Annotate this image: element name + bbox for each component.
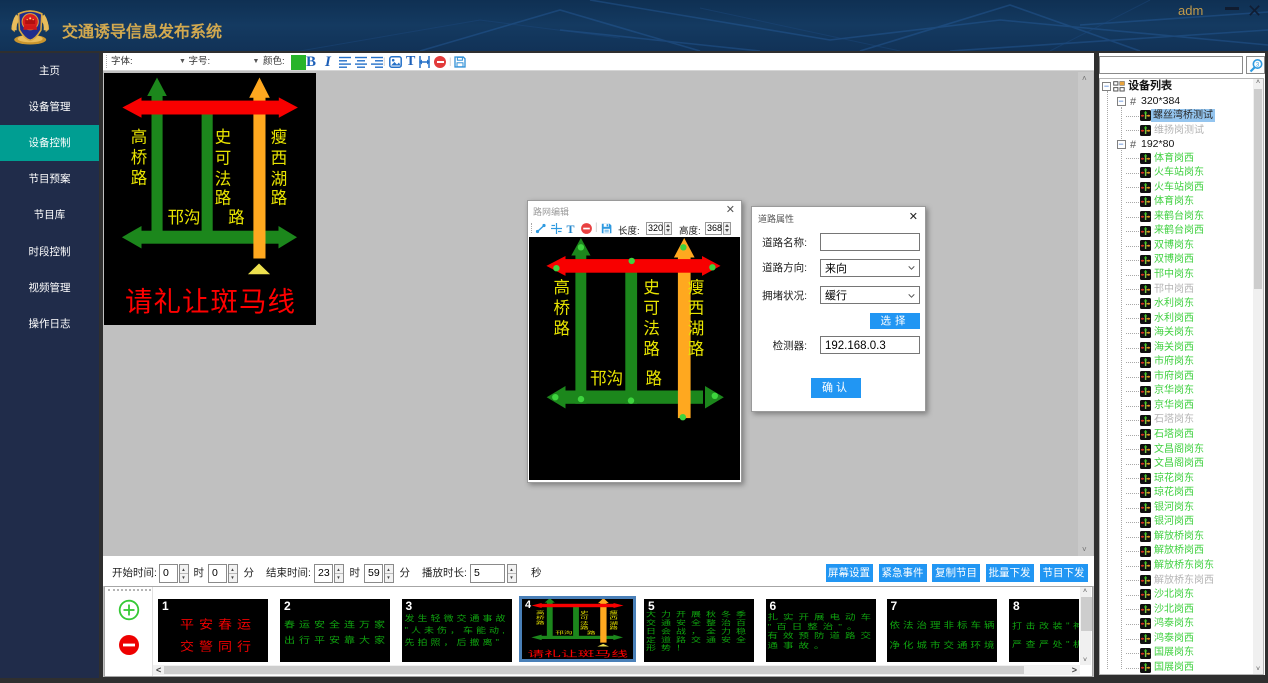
svg-text:西: 西 — [609, 615, 618, 620]
svg-text:路: 路 — [131, 169, 148, 188]
svg-text:法: 法 — [215, 169, 232, 188]
svg-text:路: 路 — [609, 624, 618, 629]
svg-text:史: 史 — [580, 609, 589, 614]
svg-text:法: 法 — [643, 319, 660, 338]
svg-text:湖: 湖 — [271, 169, 288, 188]
svg-text:邗沟: 邗沟 — [168, 208, 201, 227]
svg-text:史: 史 — [643, 278, 660, 297]
svg-text:高: 高 — [554, 278, 571, 297]
svg-text:西: 西 — [688, 300, 705, 318]
svg-text:史: 史 — [215, 128, 232, 147]
svg-text:瘦: 瘦 — [609, 609, 618, 614]
svg-text:路: 路 — [554, 319, 571, 338]
svg-text:邗沟: 邗沟 — [555, 629, 573, 634]
svg-text:高: 高 — [131, 128, 148, 147]
svg-text:路: 路 — [643, 340, 660, 359]
svg-text:可: 可 — [215, 149, 232, 167]
svg-text:桥: 桥 — [536, 614, 545, 619]
svg-text:湖: 湖 — [688, 319, 705, 338]
svg-text:桥: 桥 — [554, 299, 571, 318]
svg-text:路: 路 — [228, 208, 245, 227]
svg-text:法: 法 — [580, 620, 589, 625]
svg-text:路: 路 — [646, 369, 663, 388]
svg-text:瘦: 瘦 — [688, 278, 705, 297]
svg-text:高: 高 — [536, 609, 545, 614]
svg-text:湖: 湖 — [609, 620, 618, 625]
svg-text:路: 路 — [580, 624, 589, 629]
svg-text:请礼让斑马线: 请礼让斑马线 — [528, 649, 628, 658]
svg-text:瘦: 瘦 — [271, 128, 288, 147]
svg-text:西: 西 — [271, 149, 288, 167]
svg-text:路: 路 — [536, 619, 545, 624]
svg-text:请礼让斑马线: 请礼让斑马线 — [125, 286, 296, 317]
svg-text:路: 路 — [271, 189, 288, 208]
svg-text:路: 路 — [688, 340, 705, 359]
svg-text:可: 可 — [643, 300, 660, 318]
svg-text:路: 路 — [587, 629, 596, 634]
svg-text:桥: 桥 — [131, 148, 148, 167]
svg-text:可: 可 — [580, 615, 589, 620]
svg-text:邗沟: 邗沟 — [590, 369, 623, 388]
svg-text:路: 路 — [215, 189, 232, 208]
